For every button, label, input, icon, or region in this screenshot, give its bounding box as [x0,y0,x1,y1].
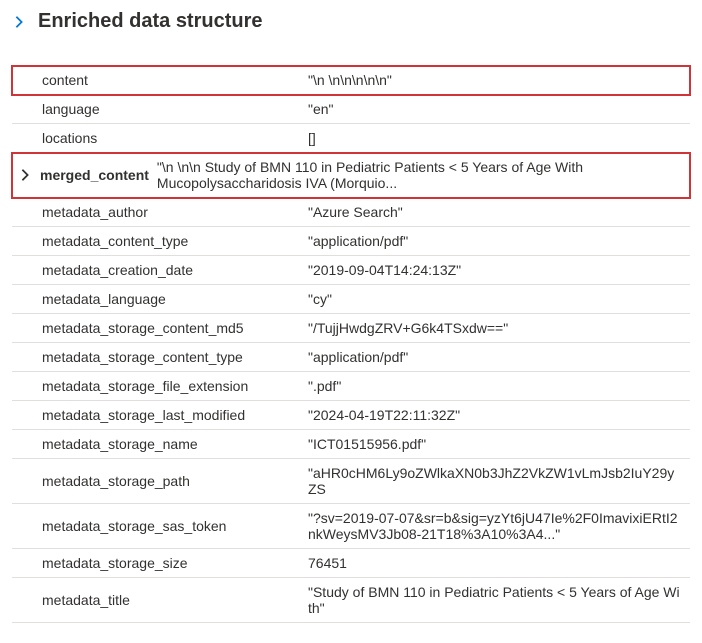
section-header[interactable]: Enriched data structure [12,10,690,33]
row-metadata-storage-file-extension[interactable]: metadata_storage_file_extension ".pdf" [12,372,690,401]
key-merged-content: merged_content [40,167,149,183]
val-metadata-storage-content-md5: "/TujjHwdgZRV+G6k4TSxdw==" [302,314,690,343]
row-metadata-title[interactable]: metadata_title "Study of BMN 110 in Pedi… [12,578,690,623]
key-metadata-storage-sas-token: metadata_storage_sas_token [12,504,302,549]
row-metadata-storage-content-md5[interactable]: metadata_storage_content_md5 "/TujjHwdgZ… [12,314,690,343]
key-metadata-language: metadata_language [12,285,302,314]
val-content: "\n \n\n\n\n\n" [302,66,690,95]
row-content[interactable]: content "\n \n\n\n\n\n" [12,66,690,95]
val-metadata-storage-last-modified: "2024-04-19T22:11:32Z" [302,401,690,430]
val-metadata-storage-name: "ICT01515956.pdf" [302,430,690,459]
key-metadata-creation-date: metadata_creation_date [12,256,302,285]
row-metadata-creation-date[interactable]: metadata_creation_date "2019-09-04T14:24… [12,256,690,285]
val-metadata-storage-size: 76451 [302,549,690,578]
key-content: content [12,66,302,95]
row-merged-content[interactable]: merged_content "\n \n\n Study of BMN 110… [12,153,690,198]
key-metadata-storage-file-extension: metadata_storage_file_extension [12,372,302,401]
row-metadata-language[interactable]: metadata_language "cy" [12,285,690,314]
key-metadata-storage-name: metadata_storage_name [12,430,302,459]
row-metadata-author[interactable]: metadata_author "Azure Search" [12,198,690,227]
val-locations: [] [302,124,690,153]
key-metadata-storage-path: metadata_storage_path [12,459,302,504]
row-metadata-storage-path[interactable]: metadata_storage_path "aHR0cHM6Ly9oZWlka… [12,459,690,504]
row-metadata-storage-sas-token[interactable]: metadata_storage_sas_token "?sv=2019-07-… [12,504,690,549]
section-title: Enriched data structure [38,10,263,33]
val-merged-content: "\n \n\n Study of BMN 110 in Pediatric P… [157,159,684,191]
key-locations: locations [12,124,302,153]
row-metadata-content-type[interactable]: metadata_content_type "application/pdf" [12,227,690,256]
val-metadata-storage-sas-token: "?sv=2019-07-07&sr=b&sig=yzYt6jU47Ie%2F0… [302,504,690,549]
val-metadata-storage-file-extension: ".pdf" [302,372,690,401]
key-metadata-storage-size: metadata_storage_size [12,549,302,578]
properties-table: content "\n \n\n\n\n\n" language "en" lo… [12,65,690,623]
row-locations[interactable]: locations [] [12,124,690,153]
val-language: "en" [302,95,690,124]
row-metadata-storage-last-modified[interactable]: metadata_storage_last_modified "2024-04-… [12,401,690,430]
val-metadata-storage-path: "aHR0cHM6Ly9oZWlkaXN0b3JhZ2VkZW1vLmJsb2I… [302,459,690,504]
key-metadata-title: metadata_title [12,578,302,623]
row-metadata-storage-name[interactable]: metadata_storage_name "ICT01515956.pdf" [12,430,690,459]
key-metadata-storage-content-md5: metadata_storage_content_md5 [12,314,302,343]
chevron-right-icon[interactable] [18,168,32,182]
val-metadata-creation-date: "2019-09-04T14:24:13Z" [302,256,690,285]
key-language: language [12,95,302,124]
key-metadata-storage-content-type: metadata_storage_content_type [12,343,302,372]
row-metadata-storage-content-type[interactable]: metadata_storage_content_type "applicati… [12,343,690,372]
key-metadata-author: metadata_author [12,198,302,227]
val-metadata-content-type: "application/pdf" [302,227,690,256]
chevron-right-icon [12,15,26,29]
val-metadata-storage-content-type: "application/pdf" [302,343,690,372]
val-metadata-title: "Study of BMN 110 in Pediatric Patients … [302,578,690,623]
key-metadata-content-type: metadata_content_type [12,227,302,256]
row-metadata-storage-size[interactable]: metadata_storage_size 76451 [12,549,690,578]
row-language[interactable]: language "en" [12,95,690,124]
key-metadata-storage-last-modified: metadata_storage_last_modified [12,401,302,430]
val-metadata-author: "Azure Search" [302,198,690,227]
val-metadata-language: "cy" [302,285,690,314]
